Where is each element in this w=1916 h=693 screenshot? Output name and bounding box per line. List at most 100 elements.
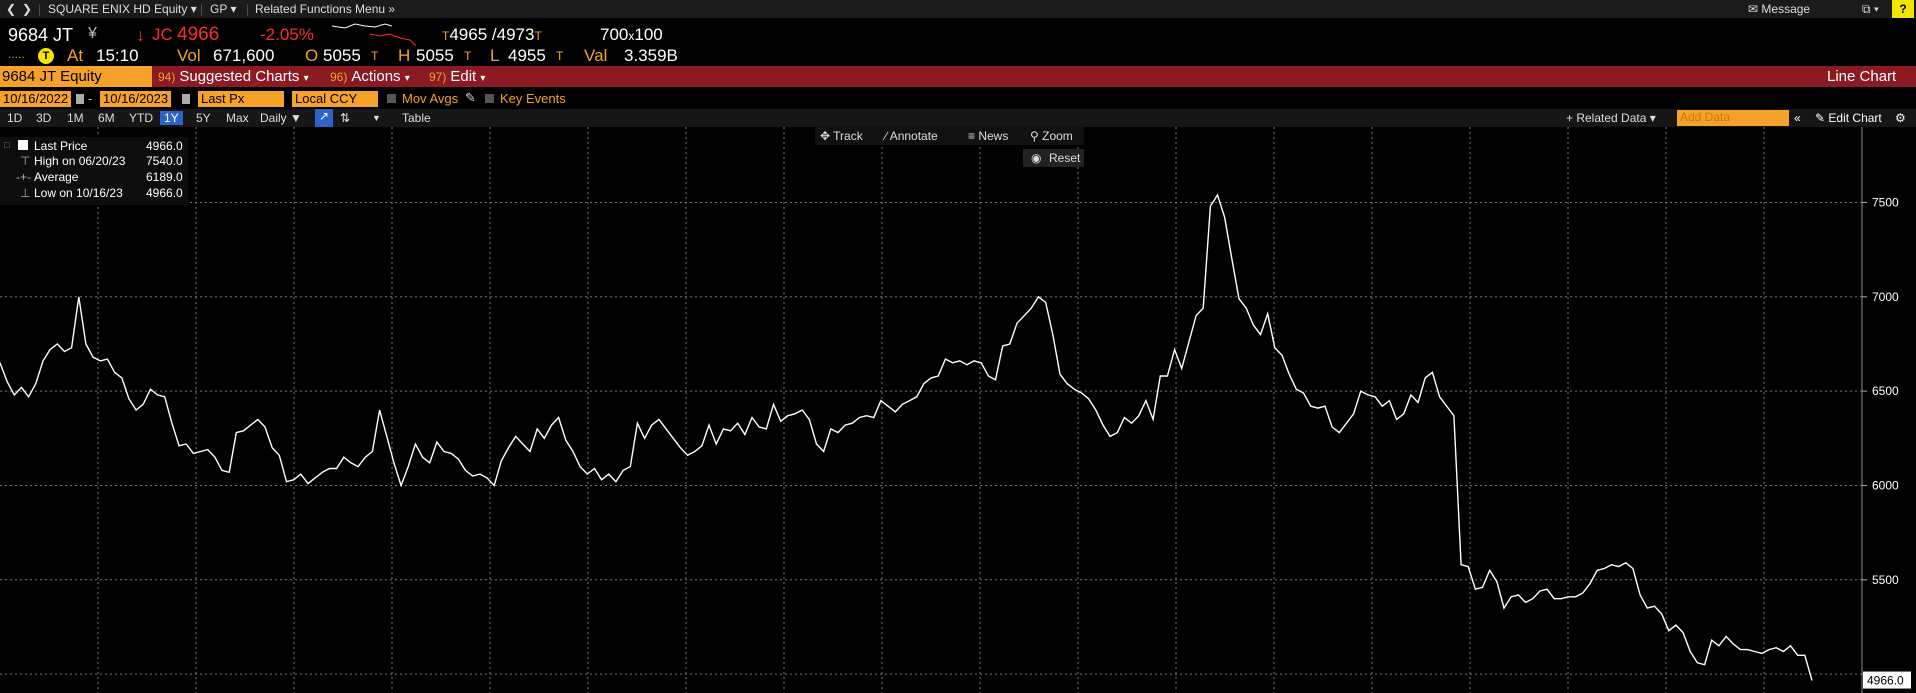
last-value-label: 4966.0 [1867, 674, 1904, 688]
nav-divider: | [200, 2, 204, 16]
track-label: Track [833, 129, 863, 143]
gear-icon[interactable]: ⚙ [1895, 111, 1906, 125]
back-arrow-icon[interactable]: ❮ [6, 2, 16, 16]
actions-number: 96) [330, 70, 348, 84]
range-5y[interactable]: 5Y [196, 111, 211, 125]
key-events-checkbox[interactable] [485, 94, 494, 103]
range-6m[interactable]: 6M [98, 111, 115, 125]
legend-low: 4966.0 [146, 186, 183, 200]
message-button[interactable]: ✉ Message [1748, 2, 1810, 16]
currency-symbol: ¥ [88, 25, 97, 42]
edit-menu[interactable]: 97) Edit ▾ [429, 67, 485, 86]
legend-swatch-last[interactable] [18, 140, 28, 150]
edit-label: Edit [450, 68, 477, 85]
y-tick-label: 6500 [1872, 384, 1899, 398]
envelope-icon: ✉ [1748, 2, 1759, 16]
reset-label: Reset [1049, 151, 1081, 165]
last-price-prefix: JC [152, 25, 173, 44]
calendar-icon[interactable] [182, 94, 190, 104]
chart-style-icon[interactable]: ⇅ [340, 111, 350, 125]
mov-avgs-checkbox[interactable] [387, 94, 396, 103]
volume-label: Vol [177, 46, 201, 65]
bid-ask-size: 700x100 [600, 25, 663, 44]
window-menu-icon[interactable]: ⧉ ▾ [1862, 2, 1879, 17]
range-1d[interactable]: 1D [7, 111, 22, 125]
reset-button[interactable]: ◉ Reset [1023, 149, 1084, 167]
security-menu[interactable]: SQUARE ENIX HD Equity ▾ [48, 2, 197, 16]
legend-high-label: High on 06/20/23 [34, 154, 126, 168]
table-button[interactable]: Table [402, 111, 431, 125]
news-label: News [978, 129, 1009, 143]
legend-high-marker-icon: ⊤ [20, 154, 31, 168]
security-menu-label: SQUARE ENIX HD Equity [48, 2, 188, 16]
forward-arrow-icon[interactable]: ❯ [22, 2, 32, 16]
related-functions-menu[interactable]: Related Functions Menu » [255, 2, 395, 16]
actions-label: Actions [351, 68, 401, 85]
edit-number: 97) [429, 70, 447, 84]
zoom-button[interactable]: ⚲ Zoom [1030, 129, 1073, 143]
high-label: H [398, 46, 411, 65]
annotate-label: Annotate [889, 129, 938, 143]
help-button[interactable]: ? [1892, 0, 1914, 18]
collapse-icon[interactable]: « [1794, 111, 1801, 125]
calendar-icon[interactable] [76, 94, 84, 104]
currency-selector[interactable]: Local CCY [292, 91, 378, 107]
top-nav-bar: ❮ ❯ | SQUARE ENIX HD Equity ▾ | GP ▾ | R… [0, 0, 1916, 18]
key-events-label: Key Events [500, 91, 566, 106]
line-chart-icon[interactable]: ↗ [315, 109, 333, 127]
open-label: O [305, 46, 319, 65]
field-selector[interactable]: Last Px [198, 91, 284, 107]
function-menu[interactable]: GP ▾ [210, 2, 236, 16]
pencil-icon[interactable]: ✎ [465, 90, 476, 106]
range-ytd[interactable]: YTD [129, 111, 153, 125]
legend-high: 7540.0 [146, 154, 183, 168]
suggested-charts-menu[interactable]: 94) Suggested Charts ▾ [158, 67, 309, 86]
legend-bracket-icon: □ [4, 140, 10, 150]
range-row: 1D 3D 1M 6M YTD 1Y 5Y Max Daily ▼ ↗ ⇅ ▼ … [0, 109, 1916, 127]
period-selector[interactable]: Daily ▼ [260, 111, 302, 125]
at-label: At [67, 46, 84, 65]
legend-last-price-label: Last Price [34, 139, 88, 153]
price-series-line [0, 193, 1813, 681]
edit-chart-button[interactable]: ✎ Edit Chart [1815, 111, 1882, 125]
y-axis-ticks: 5500 6000 6500 7000 7500 [1862, 195, 1899, 675]
traded-value: 3.359B [624, 46, 678, 65]
range-3d[interactable]: 3D [36, 111, 51, 125]
change-percent: -2.05% [260, 25, 314, 44]
related-data-menu[interactable]: + Related Data ▾ [1566, 111, 1656, 125]
suggested-charts-label: Suggested Charts [179, 68, 300, 85]
high-tick-mark: T [464, 49, 472, 63]
start-date-field[interactable]: 10/16/2022 [0, 91, 72, 107]
edit-chart-label: Edit Chart [1828, 111, 1882, 125]
add-data-placeholder: Add Data [1680, 110, 1731, 124]
legend-low-marker-icon: ⊥ [20, 186, 31, 200]
ask-size: 100 [634, 25, 663, 44]
chart-grid [0, 127, 1862, 693]
high-price: 5055 [416, 46, 454, 65]
period-label: Daily [260, 111, 287, 125]
ask-price: 4973 [496, 25, 535, 44]
range-1y[interactable]: 1Y [160, 111, 183, 125]
y-tick-label: 7000 [1872, 290, 1899, 304]
news-button[interactable]: ≡ News [968, 129, 1008, 143]
annotate-button[interactable]: ∕ Annotate [885, 129, 938, 143]
value-label: Val [584, 46, 608, 65]
y-tick-label: 6000 [1872, 478, 1899, 492]
open-price: 5055 [323, 46, 361, 65]
y-tick-label: 5500 [1872, 573, 1899, 587]
range-max[interactable]: Max [226, 111, 249, 125]
y-tick-label: 7500 [1872, 195, 1899, 209]
actions-menu[interactable]: 96) Actions ▾ [330, 67, 410, 86]
legend-average-label: Average [34, 170, 79, 184]
price-chart[interactable]: 5500 6000 6500 7000 7500 4966.0 [0, 127, 1916, 693]
add-data-input[interactable]: Add Data [1677, 110, 1789, 126]
chart-style-dropdown[interactable]: ▼ [372, 113, 381, 123]
range-1m[interactable]: 1M [67, 111, 84, 125]
nav-divider: | [38, 2, 42, 16]
nav-divider: | [246, 2, 250, 16]
end-date-field[interactable]: 10/16/2023 [100, 91, 172, 107]
quote-time: 15:10 [96, 46, 139, 65]
low-tick-mark: T [556, 49, 564, 63]
ticker-field[interactable]: 9684 JT Equity [0, 66, 152, 87]
track-button[interactable]: ✥ Track [820, 129, 863, 143]
